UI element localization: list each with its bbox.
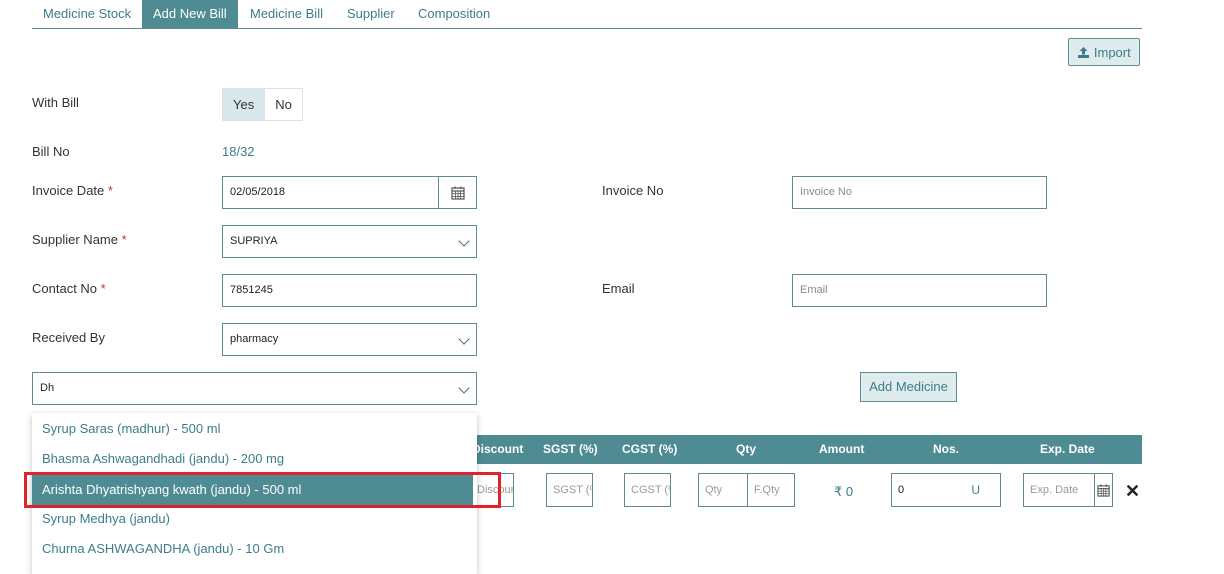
import-label: Import	[1093, 45, 1131, 60]
nos-input[interactable]: 0 U	[891, 473, 1001, 507]
calendar-icon	[451, 186, 465, 200]
contact-input[interactable]: 7851245	[222, 274, 477, 307]
import-button[interactable]: Import	[1068, 38, 1140, 66]
chevron-down-icon	[458, 333, 470, 345]
exp-date-calendar-button[interactable]	[1094, 473, 1113, 507]
nos-unit: U	[971, 483, 980, 497]
with-bill-no[interactable]: No	[264, 89, 302, 120]
required-mark: *	[121, 232, 127, 247]
invoice-no-input[interactable]: Invoice No	[792, 176, 1047, 209]
medicine-search-select[interactable]: Dh	[32, 372, 477, 405]
with-bill-toggle: Yes No	[222, 88, 303, 121]
dropdown-option[interactable]: Syrup Saras (madhur) - 500 ml	[32, 414, 477, 444]
header-exp-date: Exp. Date	[1040, 442, 1095, 456]
medicine-search-value: Dh	[40, 382, 55, 394]
invoice-date-input[interactable]: 02/05/2018	[222, 176, 439, 209]
sgst-input[interactable]: SGST (%)	[546, 473, 593, 507]
nos-value: 0	[898, 484, 905, 496]
tab-add-new-bill[interactable]: Add New Bill	[142, 0, 238, 28]
close-icon[interactable]	[1127, 485, 1138, 496]
header-qty: Qty	[736, 442, 757, 456]
invoice-no-label: Invoice No	[602, 183, 664, 198]
dropdown-option[interactable]: Bhasma Ashwagandhadi (jandu) - 200 mg	[32, 444, 477, 474]
received-by-select[interactable]: pharmacy	[222, 323, 477, 356]
supplier-value: SUPRIYA	[230, 235, 278, 247]
invoice-date-label: Invoice Date *	[32, 183, 113, 198]
supplier-select[interactable]: SUPRIYA	[222, 225, 477, 258]
contact-label-text: Contact No	[32, 281, 98, 296]
header-nos: Nos.	[933, 442, 960, 456]
received-by-label: Received By	[32, 330, 105, 345]
free-qty-input[interactable]: F.Qty	[747, 473, 795, 507]
tab-bar: Medicine Stock Add New Bill Medicine Bil…	[32, 0, 1142, 29]
header-sgst: SGST (%)	[543, 442, 598, 456]
with-bill-yes[interactable]: Yes	[223, 89, 265, 120]
cgst-input[interactable]: CGST (%)	[624, 473, 671, 507]
header-cgst: CGST (%)	[622, 442, 678, 456]
bill-no-label: Bill No	[32, 144, 70, 159]
contact-label: Contact No *	[32, 281, 106, 296]
required-mark: *	[100, 281, 106, 296]
invoice-date-label-text: Invoice Date	[32, 183, 105, 198]
chevron-down-icon	[458, 235, 470, 247]
email-input[interactable]: Email	[792, 274, 1047, 307]
tab-medicine-bill[interactable]: Medicine Bill	[239, 0, 334, 28]
dropdown-option[interactable]: Churna ASHWAGANDHA (jandu) - 10 Gm	[32, 534, 477, 564]
header-discount: Discount	[472, 442, 524, 456]
qty-input[interactable]: Qty	[698, 473, 748, 507]
add-medicine-button[interactable]: Add Medicine	[860, 372, 957, 402]
chevron-down-icon	[458, 382, 470, 394]
email-label: Email	[602, 281, 635, 296]
required-mark: *	[107, 183, 113, 198]
tab-composition[interactable]: Composition	[407, 0, 501, 28]
supplier-label: Supplier Name *	[32, 232, 127, 247]
upload-icon	[1078, 47, 1090, 58]
header-amount: Amount	[819, 442, 865, 456]
invoice-date-calendar-button[interactable]	[438, 176, 477, 209]
amount-value: ₹ 0	[834, 484, 854, 499]
highlight-annotation-box	[24, 472, 501, 508]
supplier-label-text: Supplier Name	[32, 232, 118, 247]
bill-no-value: 18/32	[222, 144, 255, 159]
with-bill-label: With Bill	[32, 95, 79, 110]
dropdown-option[interactable]: Syrup Medhya (jandu)	[32, 504, 477, 534]
exp-date-input[interactable]: Exp. Date	[1023, 473, 1095, 507]
tab-medicine-stock[interactable]: Medicine Stock	[32, 0, 142, 28]
tab-supplier[interactable]: Supplier	[336, 0, 406, 28]
received-by-value: pharmacy	[230, 333, 279, 345]
calendar-icon	[1097, 484, 1110, 497]
